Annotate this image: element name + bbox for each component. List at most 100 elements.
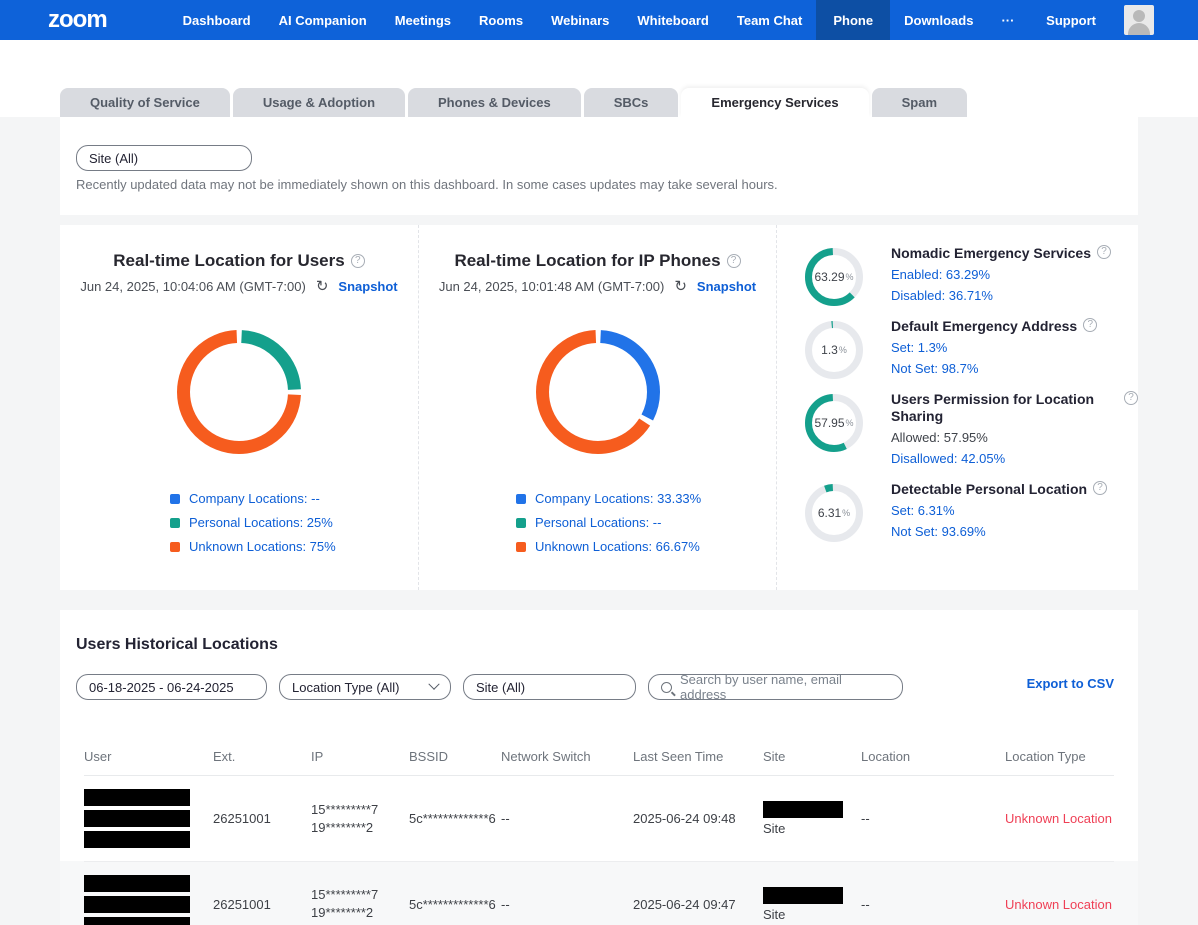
table-row[interactable]: 26251001 15*********7 19********2 5c****… <box>84 861 1114 925</box>
col-header-ext[interactable]: Ext. <box>213 749 311 764</box>
site-filter-select[interactable]: Site (All) <box>76 145 252 171</box>
unknown-locations-swatch <box>516 542 526 552</box>
redacted-user-name <box>84 785 213 852</box>
cell-site: Site <box>763 801 861 836</box>
top-nav: zoom Dashboard AI Companion Meetings Roo… <box>0 0 1198 40</box>
users-snapshot-link[interactable]: Snapshot <box>338 279 397 294</box>
support-link[interactable]: Support <box>1046 13 1096 28</box>
users-chart-timestamp: Jun 24, 2025, 10:04:06 AM (GMT-7:00) <box>80 279 305 294</box>
ip-phones-snapshot-link[interactable]: Snapshot <box>697 279 756 294</box>
help-icon[interactable]: ? <box>1097 245 1111 259</box>
gauge-value: 6.31 <box>818 506 841 520</box>
stat-line-not-set[interactable]: Not Set: 98.7% <box>891 361 1138 376</box>
site-select-value: Site (All) <box>476 680 525 695</box>
cell-last-seen-time: 2025-06-24 09:48 <box>633 811 763 826</box>
users-chart-title: Real-time Location for Users <box>113 251 344 271</box>
stat-line-set[interactable]: Set: 1.3% <box>891 340 1138 355</box>
history-filters: 06-18-2025 - 06-24-2025 Location Type (A… <box>76 674 903 700</box>
personal-locations-swatch <box>516 518 526 528</box>
stat-line-not-set[interactable]: Not Set: 93.69% <box>891 524 1138 539</box>
search-icon <box>661 682 672 693</box>
stat-line-set[interactable]: Set: 6.31% <box>891 503 1138 518</box>
legend-label: Company Locations: 33.33% <box>535 491 701 506</box>
gauge-value: 63.29 <box>814 270 844 284</box>
ip-phones-chart-timestamp: Jun 24, 2025, 10:01:48 AM (GMT-7:00) <box>439 279 664 294</box>
cell-ip: 15*********7 19********2 <box>311 801 409 837</box>
users-location-panel: Real-time Location for Users ? Jun 24, 2… <box>60 225 418 590</box>
user-avatar[interactable] <box>1124 5 1154 35</box>
nav-more-menu[interactable]: ··· <box>987 0 1028 40</box>
tab-emergency-services[interactable]: Emergency Services <box>681 88 868 117</box>
help-icon[interactable]: ? <box>1083 318 1097 332</box>
legend-item: Personal Locations: 25% <box>170 515 336 530</box>
tab-sbcs[interactable]: SBCs <box>584 88 679 117</box>
cell-site: Site <box>763 887 861 922</box>
help-icon[interactable]: ? <box>1093 481 1107 495</box>
history-table: User Ext. IP BSSID Network Switch Last S… <box>84 738 1114 925</box>
chevron-down-icon <box>428 679 439 690</box>
redacted-site-name <box>763 801 843 818</box>
tab-usage-adoption[interactable]: Usage & Adoption <box>233 88 405 117</box>
stat-line-enabled[interactable]: Enabled: 63.29% <box>891 267 1138 282</box>
table-header-row: User Ext. IP BSSID Network Switch Last S… <box>84 738 1114 776</box>
col-header-location[interactable]: Location <box>861 749 1005 764</box>
help-icon[interactable]: ? <box>727 254 741 268</box>
table-row[interactable]: 26251001 15*********7 19********2 5c****… <box>84 776 1114 861</box>
col-header-bssid[interactable]: BSSID <box>409 749 501 764</box>
stat-line-disabled[interactable]: Disabled: 36.71% <box>891 288 1138 303</box>
nav-item-downloads[interactable]: Downloads <box>890 0 987 40</box>
personal-locations-swatch <box>170 518 180 528</box>
col-header-network-switch[interactable]: Network Switch <box>501 749 633 764</box>
help-icon[interactable]: ? <box>351 254 365 268</box>
gauge-unit: % <box>842 508 850 518</box>
nav-item-meetings[interactable]: Meetings <box>381 0 465 40</box>
nav-item-phone[interactable]: Phone <box>816 0 890 40</box>
cell-ext: 26251001 <box>213 897 311 912</box>
stat-title: Detectable Personal Location <box>891 481 1087 498</box>
col-header-last-seen-time[interactable]: Last Seen Time <box>633 749 763 764</box>
cell-location-type: Unknown Location <box>1005 897 1114 912</box>
gauge-unit: % <box>846 418 854 428</box>
users-location-donut-chart <box>177 330 301 454</box>
tab-phones-devices[interactable]: Phones & Devices <box>408 88 581 117</box>
nav-item-whiteboard[interactable]: Whiteboard <box>623 0 723 40</box>
tab-spam[interactable]: Spam <box>872 88 967 117</box>
col-header-site[interactable]: Site <box>763 749 861 764</box>
nav-item-webinars[interactable]: Webinars <box>537 0 623 40</box>
legend-item: Personal Locations: -- <box>516 515 701 530</box>
legend-item: Company Locations: -- <box>170 491 336 506</box>
nav-item-ai-companion[interactable]: AI Companion <box>265 0 381 40</box>
nav-item-dashboard[interactable]: Dashboard <box>169 0 265 40</box>
col-header-location-type[interactable]: Location Type <box>1005 749 1114 764</box>
tab-quality-of-service[interactable]: Quality of Service <box>60 88 230 117</box>
stat-default-emergency-address: 1.3% Default Emergency Address ? Set: 1.… <box>805 318 1138 382</box>
stat-line-disallowed[interactable]: Disallowed: 42.05% <box>891 451 1138 466</box>
filter-card: Site (All) Recently updated data may not… <box>60 117 1138 215</box>
col-header-ip[interactable]: IP <box>311 749 409 764</box>
location-type-select[interactable]: Location Type (All) <box>279 674 451 700</box>
unknown-locations-swatch <box>170 542 180 552</box>
page: zoom Dashboard AI Companion Meetings Roo… <box>0 0 1198 925</box>
cell-location: -- <box>861 897 1005 912</box>
date-range-picker[interactable]: 06-18-2025 - 06-24-2025 <box>76 674 267 700</box>
refresh-icon[interactable]: ↻ <box>674 279 687 294</box>
realtime-charts-card: Real-time Location for Users ? Jun 24, 2… <box>60 225 1138 590</box>
legend-item: Company Locations: 33.33% <box>516 491 701 506</box>
col-header-user[interactable]: User <box>84 749 213 764</box>
ip-phones-location-donut-chart <box>536 330 660 454</box>
stat-detectable-personal-location: 6.31% Detectable Personal Location ? Set… <box>805 481 1138 545</box>
nav-item-team-chat[interactable]: Team Chat <box>723 0 817 40</box>
cell-network-switch: -- <box>501 811 633 826</box>
zoom-logo[interactable]: zoom <box>48 6 107 34</box>
emergency-stats-panel: 63.29% Nomadic Emergency Services ? Enab… <box>777 225 1138 590</box>
refresh-icon[interactable]: ↻ <box>316 279 329 294</box>
nav-menu: Dashboard AI Companion Meetings Rooms We… <box>169 0 1029 40</box>
site-select[interactable]: Site (All) <box>463 674 636 700</box>
search-input[interactable]: Search by user name, email address <box>648 674 903 700</box>
stat-title: Nomadic Emergency Services <box>891 245 1091 262</box>
help-icon[interactable]: ? <box>1124 391 1138 405</box>
nav-item-rooms[interactable]: Rooms <box>465 0 537 40</box>
location-type-value: Location Type (All) <box>292 680 399 695</box>
search-placeholder: Search by user name, email address <box>680 672 890 702</box>
export-to-csv-link[interactable]: Export to CSV <box>1027 676 1114 691</box>
